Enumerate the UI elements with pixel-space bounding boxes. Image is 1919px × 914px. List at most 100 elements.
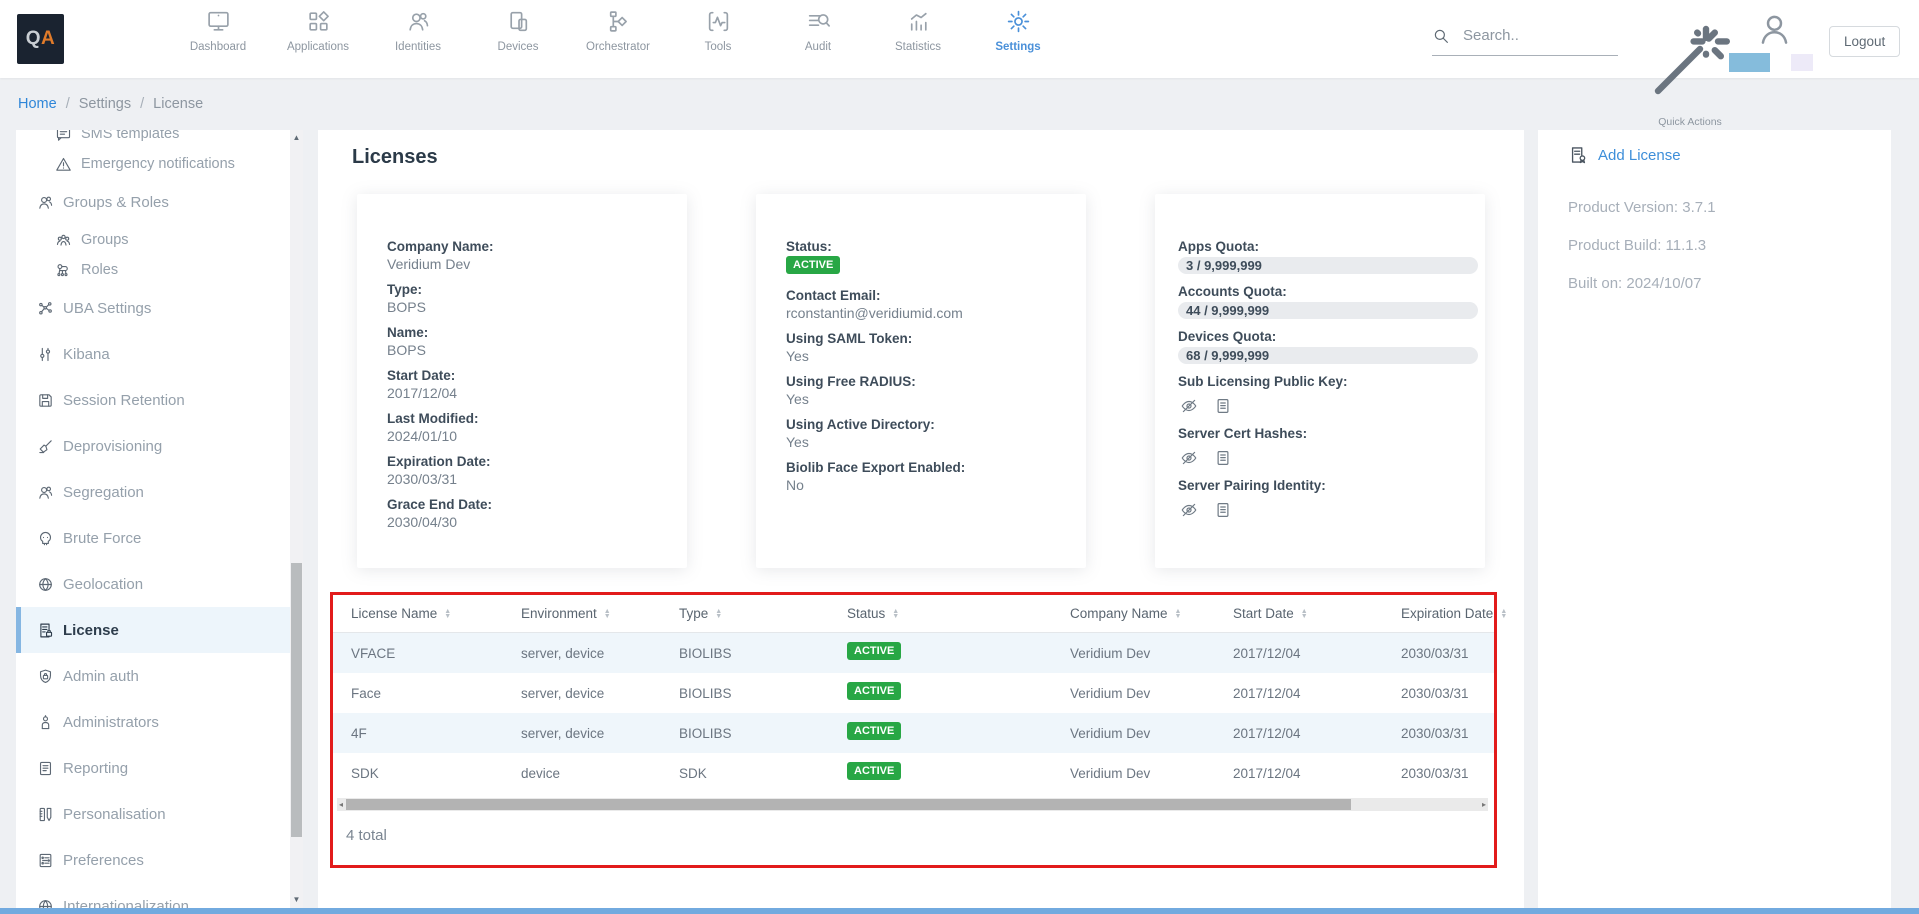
eye-off-icon[interactable] (1180, 397, 1198, 415)
sidebar-item-reporting[interactable]: Reporting (16, 753, 290, 783)
sort-carets-icon[interactable]: ▲▼ (444, 609, 451, 619)
logout-button[interactable]: Logout (1829, 26, 1900, 57)
app-logo[interactable]: QA (17, 14, 64, 64)
add-license-button[interactable]: Add License (1568, 145, 1891, 165)
sidebar-item-brute-force[interactable]: Brute Force (16, 523, 290, 553)
sidebar-item-groups-roles[interactable]: Groups & Roles (16, 187, 290, 217)
sidebar-item-deprovisioning[interactable]: Deprovisioning (16, 431, 290, 461)
sidebar-item-label: SMS templates (81, 130, 179, 142)
copy-icon[interactable] (1214, 501, 1232, 519)
sidebar-item-label: Internationalization (63, 898, 189, 909)
sidebar-item-emergency-notifications[interactable]: Emergency notifications (16, 149, 290, 179)
kibana-icon (37, 346, 54, 363)
sidebar-item-segregation[interactable]: Segregation (16, 477, 290, 507)
top-bar: QA Dashboard Applications Identities Dev… (0, 0, 1919, 78)
column-header-environment[interactable]: Environment▲▼ (503, 595, 661, 633)
table-row-face[interactable]: Face server, device BIOLIBS ACTIVE Verid… (333, 673, 1494, 713)
table-header-row: License Name▲▼ Environment▲▼ Type▲▼ Stat… (333, 595, 1494, 633)
column-header-status[interactable]: Status▲▼ (829, 595, 1052, 633)
tools-icon (706, 9, 731, 34)
sort-carets-icon[interactable]: ▲▼ (715, 609, 722, 619)
scroll-left-arrow-icon[interactable]: ◂ (339, 798, 343, 811)
sort-carets-icon[interactable]: ▲▼ (1175, 609, 1182, 619)
sidebar-item-groups[interactable]: Groups (16, 225, 290, 255)
search-input[interactable] (1463, 27, 1593, 44)
column-header-license-name[interactable]: License Name▲▼ (333, 595, 503, 633)
nav-item-orchestrator[interactable]: Orchestrator (568, 9, 668, 53)
product-build: Product Build: 11.1.3 (1568, 237, 1891, 255)
eye-off-icon[interactable] (1180, 449, 1198, 467)
field-label: Expiration Date: (387, 453, 663, 470)
sidebar-item-label: UBA Settings (63, 300, 151, 317)
field-label: Accounts Quota: (1178, 283, 1478, 300)
sidebar-item-administrators[interactable]: Administrators (16, 707, 290, 737)
devices-quota: Devices Quota: 68 / 9,999,999 (1178, 328, 1478, 364)
sidebar-item-preferences[interactable]: Preferences (16, 845, 290, 875)
sidebar-scrollbar[interactable]: ▲ ▼ (290, 130, 303, 908)
copy-icon[interactable] (1214, 449, 1232, 467)
cell-start-date: 2017/12/04 (1215, 633, 1383, 674)
table-row-4f[interactable]: 4F server, device BIOLIBS ACTIVE Veridiu… (333, 713, 1494, 753)
user-avatar-icon[interactable] (1756, 11, 1793, 48)
sidebar-item-roles[interactable]: Roles (16, 255, 290, 285)
sidebar-item-license[interactable]: License (16, 607, 290, 653)
add-license-label: Add License (1598, 147, 1681, 164)
table-row-vface[interactable]: VFACE server, device BIOLIBS ACTIVE Veri… (333, 633, 1494, 674)
cell-license-name: 4F (333, 713, 503, 753)
horizontal-scrollbar-thumb[interactable] (346, 799, 1351, 810)
table-horizontal-scrollbar[interactable]: ◂ ▸ (337, 798, 1488, 811)
field-company-name: Company Name: Veridium Dev (387, 238, 663, 273)
nav-item-devices[interactable]: Devices (468, 9, 568, 53)
personalisation-icon (37, 806, 54, 823)
sort-carets-icon[interactable]: ▲▼ (892, 609, 899, 619)
sidebar-item-uba-settings[interactable]: UBA Settings (16, 293, 290, 323)
cell-expiration-date: 2030/03/31 (1383, 673, 1494, 713)
server-cert-hashes: Server Cert Hashes: (1178, 425, 1478, 467)
table-row-sdk[interactable]: SDK device SDK ACTIVE Veridium Dev 2017/… (333, 753, 1494, 793)
scroll-down-arrow-icon[interactable]: ▼ (290, 894, 303, 906)
scroll-right-arrow-icon[interactable]: ▸ (1482, 798, 1486, 811)
column-header-expiration-date[interactable]: Expiration Date▲▼ (1383, 595, 1494, 633)
sidebar-item-admin-auth[interactable]: Admin auth (16, 661, 290, 691)
column-header-company-name[interactable]: Company Name▲▼ (1052, 595, 1215, 633)
nav-item-audit[interactable]: Audit (768, 9, 868, 53)
eye-off-icon[interactable] (1180, 501, 1198, 519)
field-grace-end-date: Grace End Date: 2030/04/30 (387, 496, 663, 531)
field-expiration-date: Expiration Date: 2030/03/31 (387, 453, 663, 488)
sidebar-item-label: Preferences (63, 852, 144, 869)
cell-company-name: Veridium Dev (1052, 673, 1215, 713)
cell-start-date: 2017/12/04 (1215, 673, 1383, 713)
product-info: Product Version: 3.7.1 Product Build: 11… (1568, 199, 1891, 293)
nav-item-settings[interactable]: Settings (968, 9, 1068, 53)
quota-bar: 44 / 9,999,999 (1178, 302, 1478, 319)
sidebar-item-sms-templates[interactable]: SMS templates (16, 130, 290, 149)
nav-label: Identities (395, 41, 441, 53)
column-header-type[interactable]: Type▲▼ (661, 595, 829, 633)
breadcrumb-settings[interactable]: Settings (79, 96, 131, 112)
applications-icon (306, 9, 331, 34)
column-header-start-date[interactable]: Start Date▲▼ (1215, 595, 1383, 633)
nav-item-dashboard[interactable]: Dashboard (168, 9, 268, 53)
sidebar-item-geolocation[interactable]: Geolocation (16, 569, 290, 599)
sort-carets-icon[interactable]: ▲▼ (604, 609, 611, 619)
cell-company-name: Veridium Dev (1052, 713, 1215, 753)
sort-carets-icon[interactable]: ▲▼ (1301, 609, 1308, 619)
roles-icon (55, 262, 72, 279)
sidebar-item-label: Personalisation (63, 806, 166, 823)
scroll-up-arrow-icon[interactable]: ▲ (290, 132, 303, 144)
copy-icon[interactable] (1214, 397, 1232, 415)
sidebar-item-session-retention[interactable]: Session Retention (16, 385, 290, 415)
broom-icon (37, 438, 54, 455)
breadcrumb-current-page: License (153, 96, 203, 112)
sort-carets-icon[interactable]: ▲▼ (1500, 609, 1507, 619)
sidebar-item-internationalization[interactable]: Internationalization (16, 891, 290, 908)
field-label: Using Active Directory: (786, 416, 1062, 433)
sidebar-scrollbar-thumb[interactable] (291, 563, 302, 837)
nav-item-applications[interactable]: Applications (268, 9, 368, 53)
nav-item-identities[interactable]: Identities (368, 9, 468, 53)
nav-item-tools[interactable]: Tools (668, 9, 768, 53)
nav-item-statistics[interactable]: Statistics (868, 9, 968, 53)
sidebar-item-kibana[interactable]: Kibana (16, 339, 290, 369)
sidebar-item-personalisation[interactable]: Personalisation (16, 799, 290, 829)
breadcrumb-home-link[interactable]: Home (18, 96, 57, 112)
